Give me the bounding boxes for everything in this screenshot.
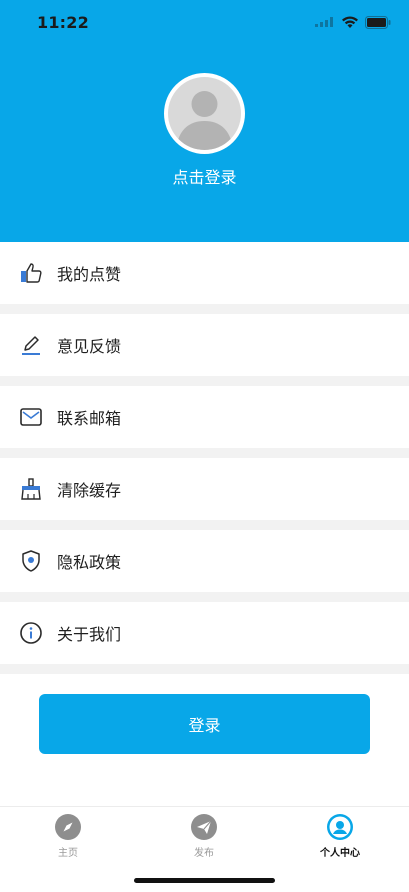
menu-item-label: 清除缓存: [57, 481, 122, 500]
menu-item-label: 联系邮箱: [57, 409, 122, 428]
info-icon: [19, 621, 43, 645]
tab-label: 发布: [194, 848, 214, 859]
paper-plane-icon: [190, 813, 218, 841]
menu-item-label: 我的点赞: [57, 265, 122, 284]
tab-label: 主页: [58, 848, 78, 859]
compass-icon: [54, 813, 82, 841]
menu-item-privacy-policy[interactable]: 隐私政策: [0, 530, 409, 602]
status-bar: 11:22: [0, 0, 409, 44]
tab-label: 个人中心: [320, 848, 360, 859]
broom-icon: [19, 477, 43, 501]
wifi-icon: [342, 16, 358, 28]
profile-header: 11:22 点击登录: [0, 0, 409, 242]
menu-item-about-us[interactable]: 关于我们: [0, 602, 409, 674]
tab-publish[interactable]: 发布: [154, 813, 254, 859]
menu-item-clear-cache[interactable]: 清除缓存: [0, 458, 409, 530]
menu-item-label: 隐私政策: [57, 553, 122, 572]
avatar[interactable]: [164, 73, 245, 154]
settings-menu: 我的点赞 意见反馈 联系邮箱 清除缓存 隐私政策 关于我们: [0, 242, 409, 674]
battery-icon: [365, 15, 391, 29]
menu-item-label: 关于我们: [57, 625, 122, 644]
menu-item-my-likes[interactable]: 我的点赞: [0, 242, 409, 314]
tab-profile[interactable]: 个人中心: [290, 813, 390, 859]
status-time: 11:22: [37, 13, 89, 32]
menu-item-feedback[interactable]: 意见反馈: [0, 314, 409, 386]
user-circle-icon: [326, 813, 354, 841]
tab-home[interactable]: 主页: [18, 813, 118, 859]
login-button[interactable]: 登录: [39, 694, 370, 754]
pencil-icon: [19, 333, 43, 357]
shield-icon: [19, 549, 43, 573]
mail-icon: [19, 405, 43, 429]
status-icons: [315, 13, 391, 31]
thumbs-up-icon: [19, 261, 43, 285]
home-indicator: [134, 878, 275, 883]
login-prompt[interactable]: 点击登录: [0, 164, 409, 188]
menu-item-label: 意见反馈: [57, 337, 122, 356]
menu-item-contact-email[interactable]: 联系邮箱: [0, 386, 409, 458]
default-avatar-icon: [176, 91, 233, 150]
signal-icon: [315, 17, 333, 27]
